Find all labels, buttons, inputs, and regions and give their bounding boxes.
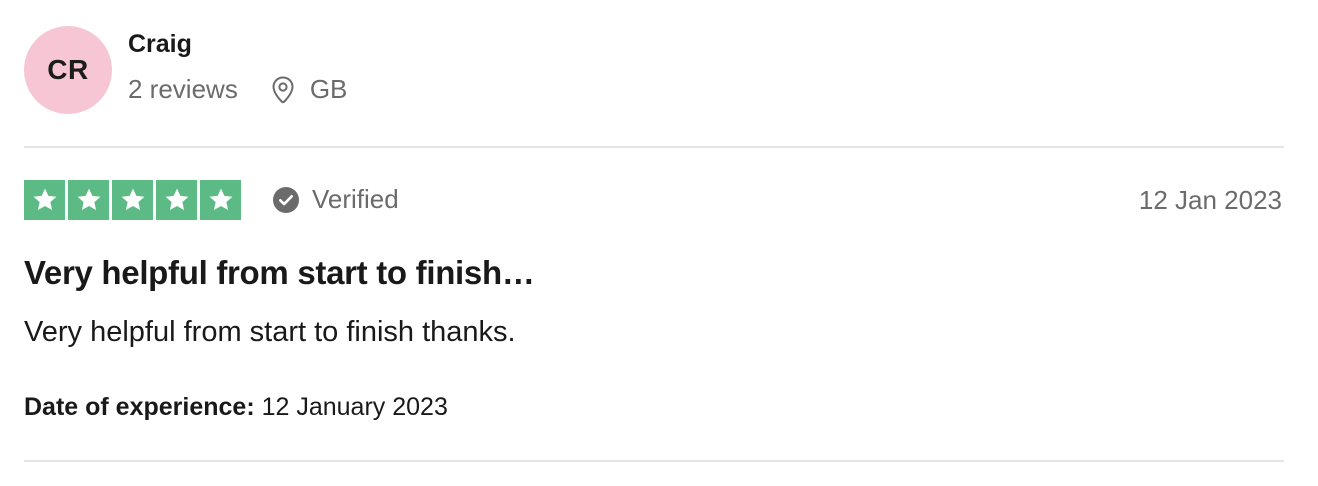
- star-icon: [68, 180, 109, 220]
- star-icon: [112, 180, 153, 220]
- date-of-experience: Date of experience: 12 January 2023: [24, 393, 448, 422]
- check-circle-icon: [272, 186, 300, 214]
- verified-badge[interactable]: Verified: [272, 184, 399, 215]
- reviewer-location: GB: [270, 74, 348, 105]
- star-icon: [24, 180, 65, 220]
- review-date: 12 Jan 2023: [1138, 185, 1282, 215]
- avatar-initials: CR: [47, 54, 89, 85]
- experience-date: 12 January 2023: [261, 393, 448, 421]
- location-label: GB: [309, 74, 348, 104]
- star-icon: [200, 180, 241, 220]
- star-icon: [156, 180, 197, 220]
- reviewer-name[interactable]: Craig: [128, 30, 192, 59]
- avatar[interactable]: CR: [24, 26, 112, 114]
- review-title[interactable]: Very helpful from start to finish…: [24, 254, 535, 292]
- divider: [24, 460, 1284, 462]
- map-pin-icon: [270, 75, 296, 105]
- star-rating: [24, 180, 241, 220]
- review-body: Very helpful from start to finish thanks…: [24, 316, 516, 348]
- reviewer-meta: 2 reviews GB: [128, 74, 347, 105]
- verified-label: Verified: [312, 184, 399, 214]
- reviews-count: 2 reviews: [128, 74, 238, 104]
- experience-label: Date of experience:: [24, 393, 262, 421]
- divider: [24, 146, 1284, 148]
